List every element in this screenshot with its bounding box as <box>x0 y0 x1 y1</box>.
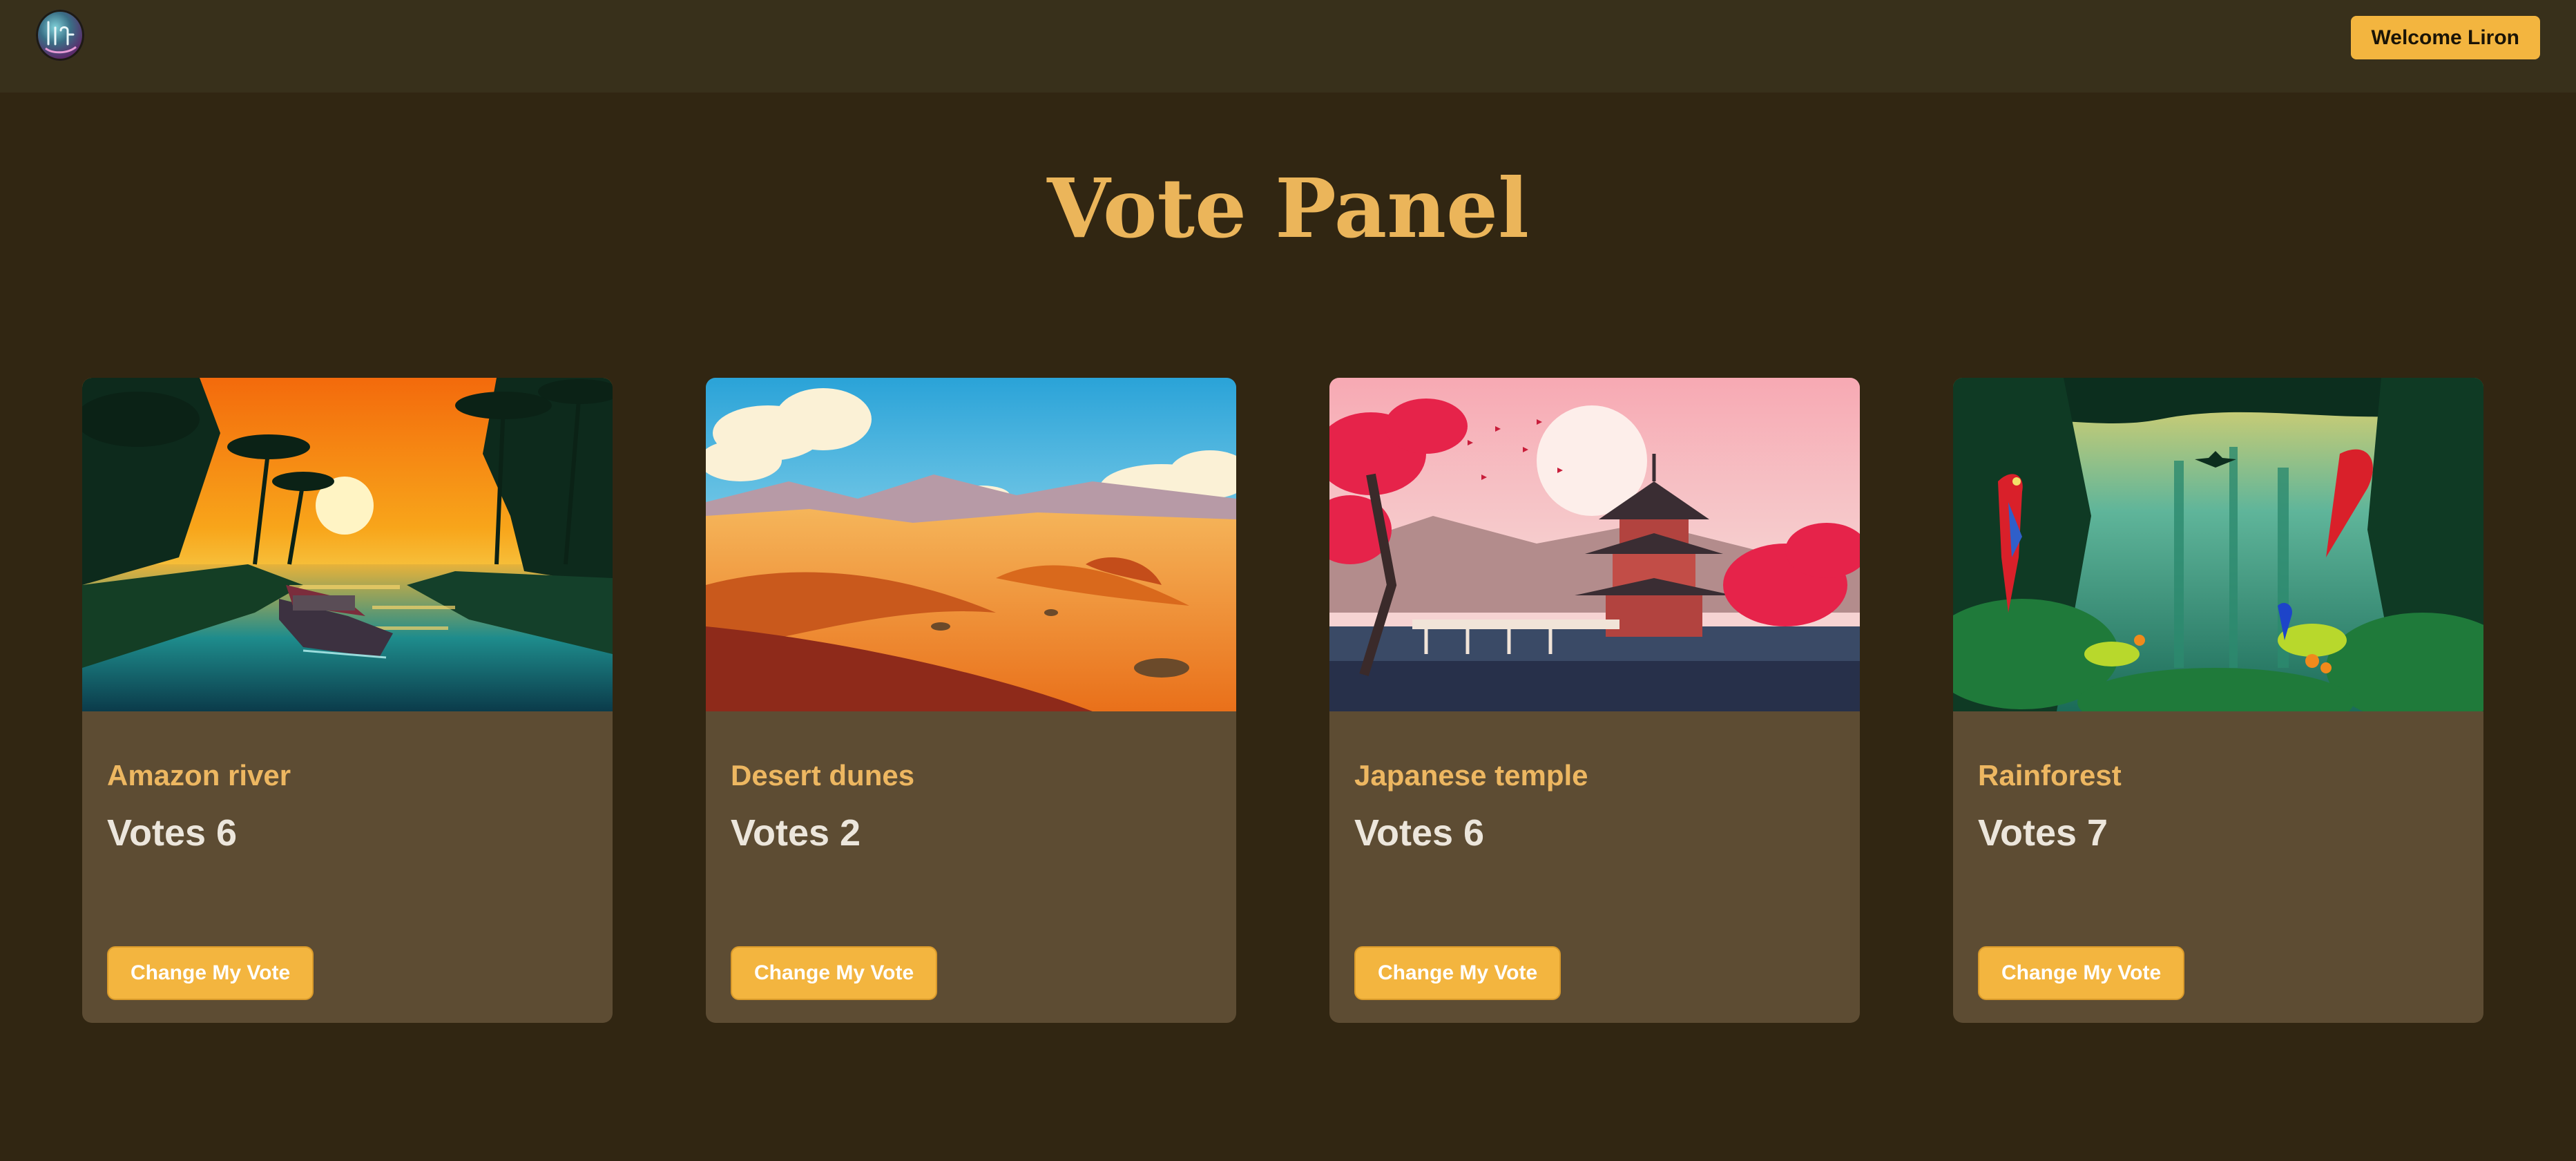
vote-count: Votes 2 <box>731 812 861 854</box>
top-bar: Welcome Liron <box>0 0 2576 93</box>
logo[interactable] <box>36 10 84 61</box>
vote-count: Votes 6 <box>107 812 238 854</box>
vote-card-amazon-river: Amazon river Votes 6 Change My Vote <box>82 378 613 1023</box>
welcome-button[interactable]: Welcome Liron <box>2350 16 2540 59</box>
card-title: Japanese temple <box>1354 759 1588 791</box>
card-title: Rainforest <box>1978 759 2122 791</box>
change-vote-button[interactable]: Change My Vote <box>1978 946 2185 1000</box>
page-title: Vote Panel <box>1047 160 1529 256</box>
card-title: Amazon river <box>107 759 291 791</box>
card-image-desert-dunes <box>706 378 1236 711</box>
vote-card-japanese-temple: Japanese temple Votes 6 Change My Vote <box>1329 378 1860 1023</box>
vote-count: Votes 6 <box>1354 812 1485 854</box>
card-title: Desert dunes <box>731 759 915 791</box>
vote-count: Votes 7 <box>1978 812 2108 854</box>
change-vote-button[interactable]: Change My Vote <box>731 946 938 1000</box>
vote-card-desert-dunes: Desert dunes Votes 2 Change My Vote <box>706 378 1236 1023</box>
change-vote-button[interactable]: Change My Vote <box>107 946 314 1000</box>
change-vote-button[interactable]: Change My Vote <box>1354 946 1561 1000</box>
vote-card-rainforest: Rainforest Votes 7 Change My Vote <box>1953 378 2483 1023</box>
card-image-japanese-temple <box>1329 378 1860 711</box>
card-image-amazon-river <box>82 378 613 711</box>
card-image-rainforest <box>1953 378 2483 711</box>
